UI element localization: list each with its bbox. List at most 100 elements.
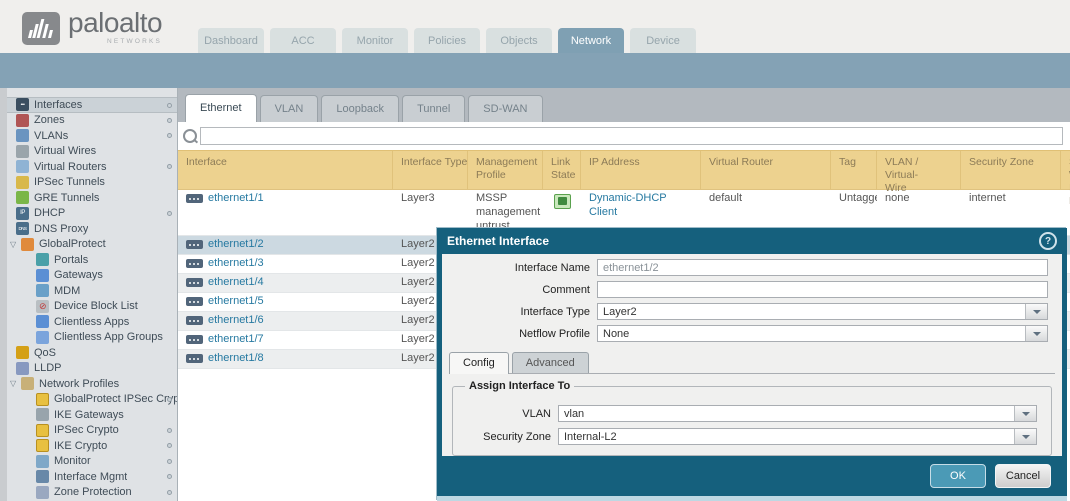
ip-address-link[interactable]: Dynamic-DHCP Client xyxy=(589,192,666,218)
sidebar-item-dns-proxy[interactable]: DNS Proxy xyxy=(7,221,177,237)
interface-link[interactable]: ethernet1/6 xyxy=(208,314,264,328)
sidebar-item-dhcp[interactable]: DHCP xyxy=(7,206,177,222)
column-management-profile[interactable]: Management Profile xyxy=(468,151,543,189)
chevron-down-icon[interactable] xyxy=(1025,304,1047,319)
sidebar-item-ike-crypto[interactable]: IKE Crypto xyxy=(7,438,177,454)
interface-icon xyxy=(186,194,203,203)
portals-icon xyxy=(36,253,49,266)
main-nav-tabs: Dashboard ACC Monitor Policies Objects N… xyxy=(198,28,696,53)
search-input[interactable] xyxy=(200,127,1063,145)
interface-type-select[interactable]: Layer2 xyxy=(597,303,1048,320)
tab-advanced[interactable]: Advanced xyxy=(512,352,589,373)
tab-dashboard[interactable]: Dashboard xyxy=(198,28,264,53)
device-block-list-icon xyxy=(36,300,49,313)
sidebar-item-gateways[interactable]: Gateways xyxy=(7,268,177,284)
subtab-sdwan[interactable]: SD-WAN xyxy=(468,95,542,122)
subtab-tunnel[interactable]: Tunnel xyxy=(402,95,465,122)
tab-network[interactable]: Network xyxy=(558,28,624,53)
sidebar-item-mdm[interactable]: MDM xyxy=(7,283,177,299)
gre-tunnels-icon xyxy=(16,191,29,204)
sidebar-item-globalprotect[interactable]: ▽GlobalProtect xyxy=(7,237,177,253)
sidebar-item-clientless-app-groups[interactable]: Clientless App Groups xyxy=(7,330,177,346)
chevron-down-icon[interactable] xyxy=(1014,406,1036,421)
sidebar-item-monitor-profile[interactable]: Monitor xyxy=(7,454,177,470)
sidebar-item-clientless-apps[interactable]: Clientless Apps xyxy=(7,314,177,330)
ipsec-tunnels-icon xyxy=(16,176,29,189)
subtab-ethernet[interactable]: Ethernet xyxy=(185,94,257,122)
column-link-state[interactable]: Link State xyxy=(543,151,581,189)
clientless-app-groups-icon xyxy=(36,331,49,344)
expander-triangle-icon[interactable]: ▽ xyxy=(10,240,21,249)
interface-icon xyxy=(186,316,203,325)
tab-config[interactable]: Config xyxy=(449,352,509,374)
sidebar-item-lldp[interactable]: LLDP xyxy=(7,361,177,377)
interface-link[interactable]: ethernet1/1 xyxy=(208,192,264,206)
interface-icon xyxy=(186,278,203,287)
column-vlan-virtual-wire[interactable]: VLAN / Virtual- Wire xyxy=(877,151,961,189)
chevron-down-icon[interactable] xyxy=(1014,429,1036,444)
sidebar-item-interface-mgmt[interactable]: Interface Mgmt xyxy=(7,469,177,485)
interface-link[interactable]: ethernet1/7 xyxy=(208,333,264,347)
tab-acc[interactable]: ACC xyxy=(270,28,336,53)
tab-monitor[interactable]: Monitor xyxy=(342,28,408,53)
sidebar-item-network-profiles[interactable]: ▽Network Profiles xyxy=(7,376,177,392)
column-sdwan-interface-profile[interactable]: SD-WAN Int Profile xyxy=(1061,151,1070,189)
status-dot xyxy=(167,443,172,448)
comment-label: Comment xyxy=(442,284,597,296)
lock-icon xyxy=(36,424,49,437)
tab-device[interactable]: Device xyxy=(630,28,696,53)
sidebar-item-qos[interactable]: QoS xyxy=(7,345,177,361)
comment-field[interactable] xyxy=(597,281,1048,298)
column-virtual-router[interactable]: Virtual Router xyxy=(701,151,831,189)
column-tag[interactable]: Tag xyxy=(831,151,877,189)
column-interface-type[interactable]: Interface Type xyxy=(393,151,468,189)
interface-link[interactable]: ethernet1/4 xyxy=(208,276,264,290)
sidebar-item-ipsec-tunnels[interactable]: IPSec Tunnels xyxy=(7,175,177,191)
interface-link[interactable]: ethernet1/3 xyxy=(208,257,264,271)
dialog-title: Ethernet Interface xyxy=(447,234,1039,248)
chevron-down-icon[interactable] xyxy=(1025,326,1047,341)
sidebar-item-vlans[interactable]: VLANs xyxy=(7,128,177,144)
tab-objects[interactable]: Objects xyxy=(486,28,552,53)
interface-link[interactable]: ethernet1/8 xyxy=(208,352,264,366)
sidebar-item-gre-tunnels[interactable]: GRE Tunnels xyxy=(7,190,177,206)
column-interface[interactable]: Interface xyxy=(178,151,393,189)
sidebar-item-virtual-routers[interactable]: Virtual Routers xyxy=(7,159,177,175)
expander-triangle-icon[interactable]: ▽ xyxy=(10,379,21,388)
security-zone-select[interactable]: Internal-L2 xyxy=(558,428,1037,445)
column-ip-address[interactable]: IP Address xyxy=(581,151,701,189)
dialog-bottom-strip xyxy=(437,496,1067,501)
cancel-button[interactable]: Cancel xyxy=(995,464,1051,488)
dialog-body: Interface Name ethernet1/2 Comment Inter… xyxy=(442,254,1062,456)
sidebar-item-virtual-wires[interactable]: Virtual Wires xyxy=(7,144,177,160)
vlans-icon xyxy=(16,129,29,142)
status-dot xyxy=(167,474,172,479)
sidebar-item-ike-gateways[interactable]: IKE Gateways xyxy=(7,407,177,423)
sidebar-item-zones[interactable]: Zones xyxy=(7,113,177,129)
column-security-zone[interactable]: Security Zone xyxy=(961,151,1061,189)
paloalto-logo-icon xyxy=(22,12,60,45)
subtab-vlan[interactable]: VLAN xyxy=(260,95,319,122)
tab-policies[interactable]: Policies xyxy=(414,28,480,53)
status-dot xyxy=(167,459,172,464)
interface-link[interactable]: ethernet1/2 xyxy=(208,238,264,252)
help-icon[interactable]: ? xyxy=(1039,232,1057,250)
ok-button[interactable]: OK xyxy=(930,464,986,488)
interface-name-label: Interface Name xyxy=(442,262,597,274)
sidebar-item-ipsec-crypto[interactable]: IPSec Crypto xyxy=(7,423,177,439)
dns-proxy-icon xyxy=(16,222,29,235)
brand-tagline: NETWORKS xyxy=(68,39,162,46)
sidebar-item-interfaces[interactable]: Interfaces xyxy=(7,97,177,113)
gateways-icon xyxy=(36,269,49,282)
sidebar-item-zone-protection[interactable]: Zone Protection xyxy=(7,485,177,501)
interface-icon xyxy=(186,335,203,344)
netflow-profile-select[interactable]: None xyxy=(597,325,1048,342)
sidebar-item-device-block-list[interactable]: Device Block List xyxy=(7,299,177,315)
sidebar-item-portals[interactable]: Portals xyxy=(7,252,177,268)
sidebar-item-globalprotect-ipsec-crypto[interactable]: GlobalProtect IPSec Crypt xyxy=(7,392,177,408)
status-dot xyxy=(167,211,172,216)
subtab-loopback[interactable]: Loopback xyxy=(321,95,399,122)
filter-row xyxy=(178,122,1070,150)
interface-link[interactable]: ethernet1/5 xyxy=(208,295,264,309)
vlan-select[interactable]: vlan xyxy=(558,405,1037,422)
